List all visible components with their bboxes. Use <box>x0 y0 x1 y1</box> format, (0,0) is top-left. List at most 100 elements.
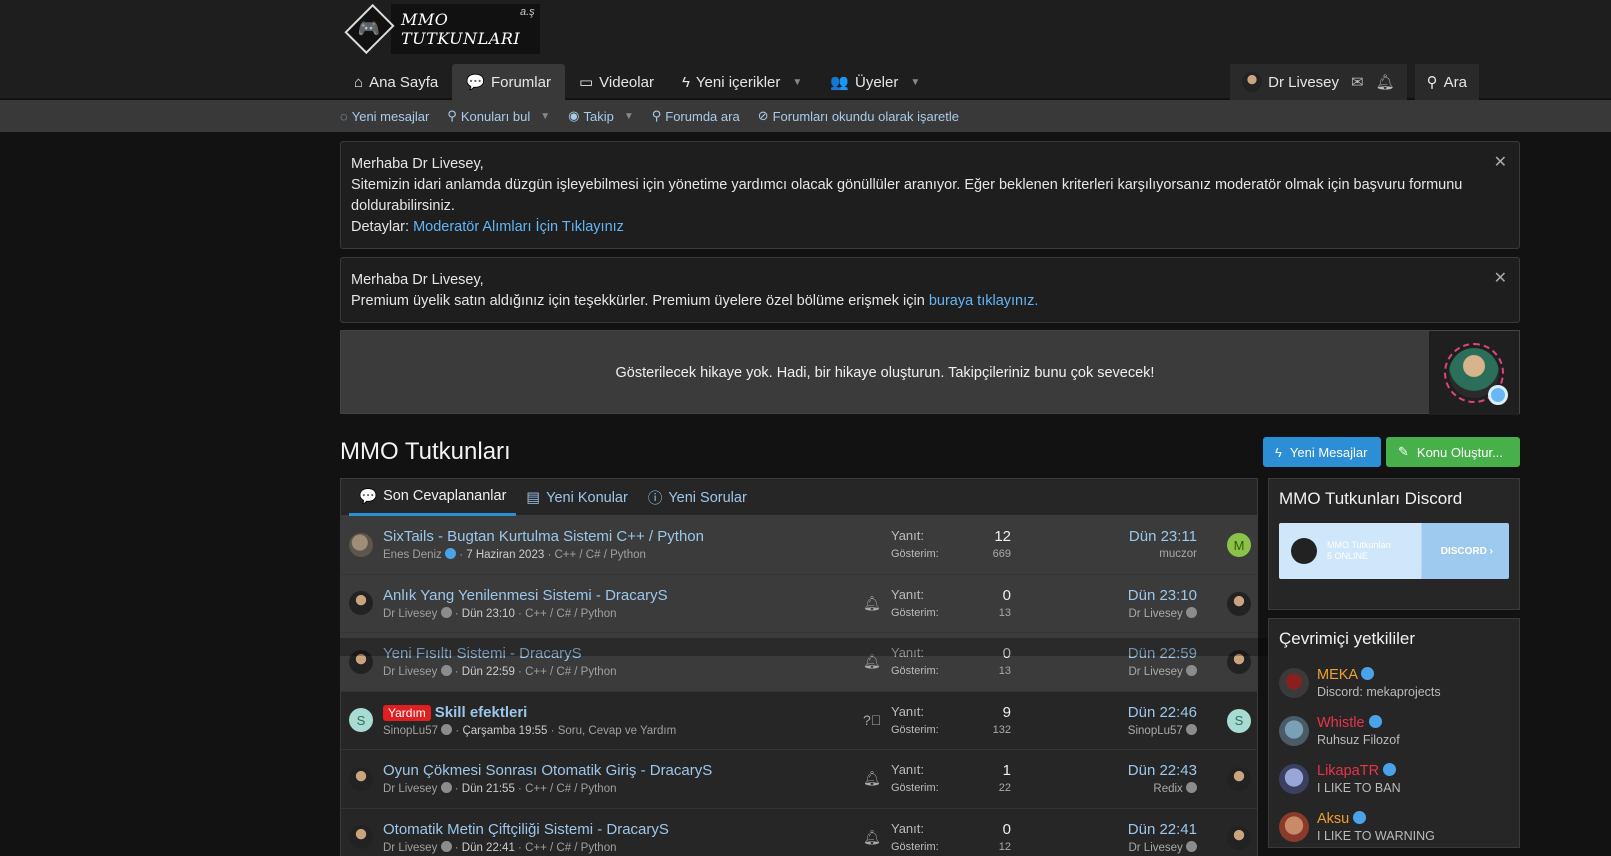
bell-icon[interactable]: 🔔︎ <box>1376 73 1395 91</box>
thread-date[interactable]: Dün 22:41 <box>462 842 515 854</box>
nav-new-content[interactable]: ϟ Yeni içerikler ▼ <box>668 64 816 100</box>
thread-author[interactable]: Dr Livesey <box>383 666 437 678</box>
staff-name[interactable]: MEKA <box>1317 667 1357 683</box>
thread-date[interactable]: Dün 23:10 <box>462 608 515 620</box>
thread-forum[interactable]: Soru, Cevap ve Yardım <box>558 725 676 737</box>
thread-author[interactable]: Dr Livesey <box>383 842 437 854</box>
avatar[interactable] <box>349 532 373 557</box>
avatar[interactable] <box>1227 650 1251 674</box>
close-icon[interactable]: ✕ <box>1494 152 1507 173</box>
staff-member[interactable]: LikapaTR I LIKE TO BAN <box>1269 755 1519 803</box>
table-row[interactable]: S Yardım Skill efektleri SinopLu57 · Çarş… <box>341 692 1257 750</box>
last-post-user[interactable]: Redix <box>1153 783 1182 795</box>
thread-title[interactable]: Skill efektleri <box>435 704 528 721</box>
thread-author[interactable]: Dr Livesey <box>383 608 437 620</box>
thread-author[interactable]: Dr Livesey <box>383 783 437 795</box>
bell-icon[interactable]: 🔔︎ <box>863 829 881 846</box>
last-post-date[interactable]: Dün 22:41 <box>1128 821 1197 838</box>
staff-name[interactable]: LikapaTR <box>1317 763 1379 779</box>
last-post-user[interactable]: Dr Livesey <box>1128 608 1182 620</box>
thread-title[interactable]: SixTails - Bugtan Kurtulma Sistemi C++ /… <box>383 528 704 545</box>
staff-member[interactable]: Aksu I LIKE TO WARNING <box>1269 803 1519 851</box>
last-post-user[interactable]: muczor <box>1159 548 1197 560</box>
thread-forum[interactable]: C++ / C# / Python <box>554 549 645 561</box>
avatar[interactable]: M <box>1227 533 1251 557</box>
last-post-date[interactable]: Dün 22:43 <box>1128 762 1197 779</box>
table-row[interactable]: Anlık Yang Yenilenmesi Sistemi - Dracary… <box>341 574 1257 633</box>
last-post-date[interactable]: Dün 22:46 <box>1128 704 1197 721</box>
close-icon[interactable]: ✕ <box>1494 268 1507 289</box>
avatar[interactable] <box>1279 668 1309 698</box>
thread-main: Anlık Yang Yenilenmesi Sistemi - Dracary… <box>383 587 893 620</box>
staff-member[interactable]: MEKA Discord: mekaprojects <box>1269 659 1519 707</box>
staff-name[interactable]: Whistle <box>1317 715 1365 731</box>
thread-forum[interactable]: C++ / C# / Python <box>525 666 616 678</box>
premium-link[interactable]: buraya tıklayınız. <box>929 293 1039 309</box>
prefix-label[interactable]: Yardım <box>383 704 431 721</box>
subnav-mark-read[interactable]: ⊘ Forumları okundu olarak işaretle <box>758 108 959 124</box>
bell-icon[interactable]: 🔔︎ <box>863 770 881 787</box>
thread-author[interactable]: Enes Deniz <box>383 549 442 561</box>
thread-date[interactable]: Dün 22:59 <box>462 666 515 678</box>
avatar[interactable] <box>349 825 373 850</box>
site-logo[interactable]: 🎮 MMO TUTKUNLARI a.ş <box>344 3 540 55</box>
subnav-search-forums[interactable]: ⚲ Forumda ara <box>652 108 740 124</box>
subnav-watched[interactable]: ◉ Takip ▼ <box>568 108 634 124</box>
moderator-link[interactable]: Moderatör Alımları İçin Tıklayınız <box>413 219 624 235</box>
avatar[interactable] <box>1227 825 1251 850</box>
tab-new-threads[interactable]: ▤ Yeni Konular <box>516 479 637 516</box>
last-post-user[interactable]: Dr Livesey <box>1128 842 1182 854</box>
avatar[interactable]: S <box>1227 708 1251 733</box>
tab-latest-replies[interactable]: 💬 Son Cevaplananlar <box>349 479 517 516</box>
new-posts-button[interactable]: ϟ Yeni Mesajlar <box>1263 437 1381 467</box>
thread-title[interactable]: Otomatik Metin Çiftçiliği Sistemi - Drac… <box>383 821 669 838</box>
avatar[interactable] <box>349 649 373 674</box>
avatar[interactable] <box>1279 812 1309 842</box>
thread-date[interactable]: Dün 21:55 <box>462 783 515 795</box>
envelope-icon[interactable]: ✉ <box>1351 73 1364 91</box>
tab-new-questions[interactable]: ⓘ Yeni Sorular <box>638 479 757 516</box>
avatar[interactable] <box>349 766 373 791</box>
nav-videos[interactable]: ▭ Videolar <box>565 64 668 100</box>
last-post-date[interactable]: Dün 23:10 <box>1128 587 1197 604</box>
thread-title[interactable]: Yeni Fısıltı Sistemi - DracaryS <box>383 645 582 662</box>
staff-name[interactable]: Aksu <box>1317 811 1349 827</box>
bell-icon[interactable]: 🔔︎ <box>863 595 881 612</box>
nav-members[interactable]: 👥 Üyeler ▼ <box>816 64 934 100</box>
avatar[interactable] <box>1227 767 1251 791</box>
story-avatar[interactable] <box>1429 331 1519 415</box>
thread-title[interactable]: Anlık Yang Yenilenmesi Sistemi - Dracary… <box>383 587 668 604</box>
table-row[interactable]: Oyun Çökmesi Sonrası Otomatik Giriş - Dr… <box>341 750 1257 809</box>
thread-date[interactable]: Çarşamba 19:55 <box>462 725 547 737</box>
chevron-down-icon[interactable]: ▼ <box>910 77 920 88</box>
subnav-find-threads[interactable]: ⚲ Konuları bul ▼ <box>447 108 550 124</box>
discord-banner[interactable]: MMO Tutkunları 5 ONLINE DISCORD › <box>1279 523 1509 579</box>
avatar[interactable]: S <box>349 708 373 733</box>
chevron-down-icon[interactable]: ▼ <box>792 77 802 88</box>
nav-home[interactable]: ⌂ Ana Sayfa <box>340 64 452 100</box>
staff-member[interactable]: Whistle Ruhsuz Filozof <box>1269 707 1519 755</box>
avatar[interactable] <box>1279 764 1309 794</box>
thread-title[interactable]: Oyun Çökmesi Sonrası Otomatik Giriş - Dr… <box>383 762 712 779</box>
thread-forum[interactable]: C++ / C# / Python <box>525 608 616 620</box>
avatar[interactable] <box>1279 716 1309 746</box>
table-row[interactable]: SixTails - Bugtan Kurtulma Sistemi C++ /… <box>341 516 1257 575</box>
nav-forums[interactable]: 💬 Forumlar <box>452 64 565 100</box>
bell-icon[interactable]: 🔔︎ <box>863 653 881 670</box>
new-thread-button[interactable]: ✎ Konu Oluştur... <box>1386 437 1520 467</box>
last-post-date[interactable]: Dün 23:11 <box>1129 528 1197 545</box>
last-post-user[interactable]: Dr Livesey <box>1128 666 1182 678</box>
thread-forum[interactable]: C++ / C# / Python <box>525 842 616 854</box>
thread-author[interactable]: SinopLu57 <box>383 725 438 737</box>
last-post-user[interactable]: SinopLu57 <box>1128 725 1183 737</box>
thread-date[interactable]: 7 Haziran 2023 <box>466 549 544 561</box>
last-post-date[interactable]: Dün 22:59 <box>1128 645 1197 662</box>
table-row[interactable]: Yeni Fısıltı Sistemi - DracaryS Dr Lives… <box>341 633 1257 692</box>
thread-forum[interactable]: C++ / C# / Python <box>525 783 616 795</box>
account-link[interactable]: Dr Livesey <box>1242 72 1339 92</box>
subnav-new-posts[interactable]: ◌ Yeni mesajlar <box>340 109 429 124</box>
search-button[interactable]: ⚲ Ara <box>1414 64 1479 100</box>
table-row[interactable]: Otomatik Metin Çiftçiliği Sistemi - Drac… <box>341 809 1257 856</box>
avatar[interactable] <box>349 591 373 616</box>
avatar[interactable] <box>1227 591 1251 616</box>
